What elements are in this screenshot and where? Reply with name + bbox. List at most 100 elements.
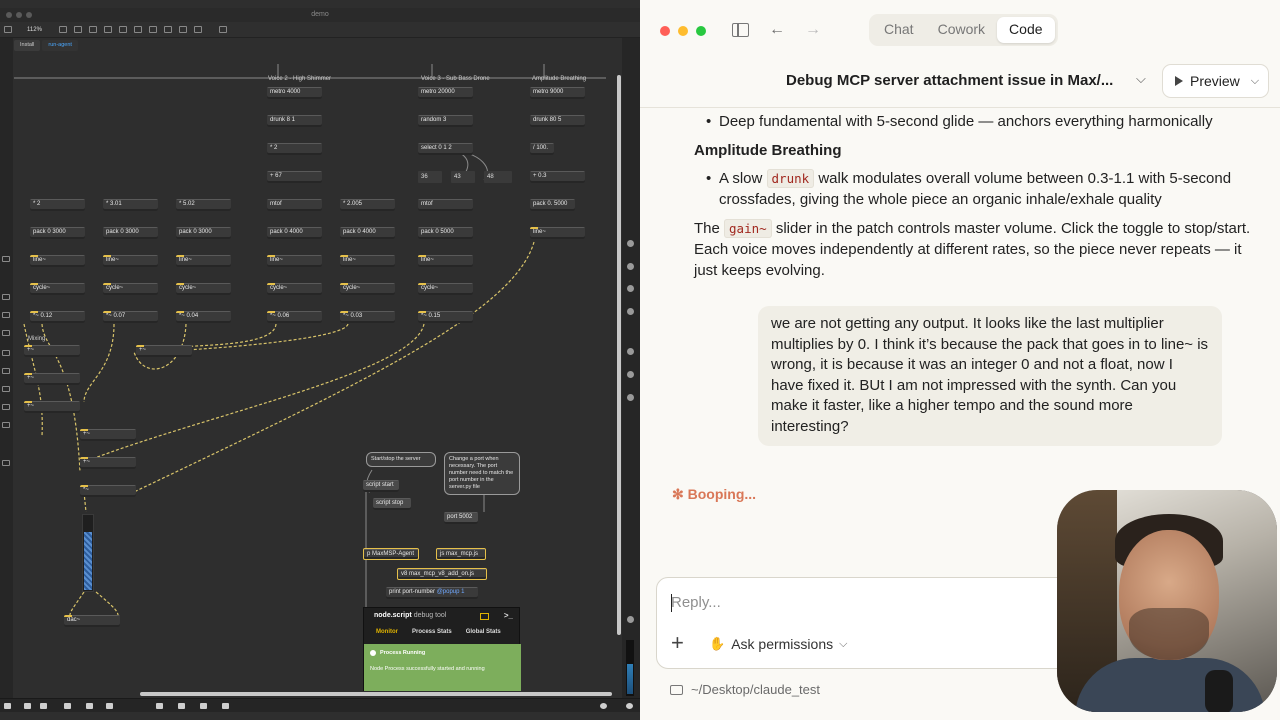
multiply-object[interactable]: * 2 [30, 199, 85, 211]
mix-add-object[interactable]: +~ [136, 345, 192, 357]
patcher-canvas[interactable]: Voice 2 - High Shimmer Voice 3 - Sub Bas… [14, 52, 620, 692]
reply-placeholder[interactable]: Reply... [671, 594, 721, 611]
star-icon[interactable] [2, 460, 10, 466]
mix-gain-object[interactable]: *~ [80, 485, 136, 497]
search-icon[interactable] [627, 240, 634, 247]
tab-process-stats[interactable]: Process Stats [412, 629, 452, 635]
line-object[interactable]: line~ [103, 255, 158, 267]
mix-add-object[interactable]: +~ [24, 373, 80, 385]
package-icon[interactable] [2, 422, 10, 428]
tab-monitor[interactable]: Monitor [376, 629, 398, 635]
cycle-object[interactable]: cycle~ [418, 283, 473, 295]
mix-add-object[interactable]: +~ [24, 345, 80, 357]
pack-object[interactable]: pack 0 3000 [103, 227, 158, 239]
divide-object[interactable]: / 100. [530, 143, 554, 155]
debug-icon[interactable] [106, 703, 113, 709]
mix-add-object[interactable]: +~ [80, 429, 136, 441]
cycle-object[interactable]: cycle~ [176, 283, 231, 295]
lock-patch-icon[interactable] [24, 703, 31, 709]
pin-icon[interactable] [193, 26, 202, 33]
list-icon[interactable] [2, 256, 10, 262]
ask-permissions-dropdown[interactable]: ✋ Ask permissions ⌵ [709, 636, 847, 652]
pack-object[interactable]: pack 0 3000 [30, 227, 85, 239]
camera-icon[interactable] [627, 371, 634, 378]
vertical-scrollbar[interactable] [617, 75, 621, 635]
add-object[interactable]: + 0.3 [530, 171, 585, 183]
dsp-icon[interactable] [627, 616, 634, 623]
zoom-dot[interactable] [26, 12, 32, 18]
tab-global-stats[interactable]: Global Stats [466, 629, 501, 635]
snippet-icon[interactable] [2, 404, 10, 410]
sidebar-toggle-icon[interactable] [732, 23, 749, 37]
gain-slider[interactable] [82, 514, 94, 592]
attach-icon[interactable] [2, 368, 10, 374]
metro-object[interactable]: metro 20000 [418, 87, 473, 99]
pack-object[interactable]: pack 0. 5000 [530, 199, 575, 211]
gain-multiply-object[interactable]: *~ 0.04 [176, 311, 231, 323]
plus-icon[interactable]: + [671, 632, 684, 654]
lock-icon[interactable] [218, 26, 227, 33]
working-directory[interactable]: ~/Desktop/claude_test [670, 682, 820, 697]
drunk-object[interactable]: drunk 80 5 [530, 115, 585, 127]
new-object-icon[interactable] [88, 26, 97, 33]
message-box-43[interactable]: 43 [451, 171, 475, 183]
play-icon[interactable] [600, 703, 607, 709]
cycle-object[interactable]: cycle~ [103, 283, 158, 295]
browse-icon[interactable] [2, 294, 10, 300]
maxmsp-agent-subpatch[interactable]: p MaxMSP-Agent [363, 548, 419, 560]
metro-object[interactable]: metro 9000 [530, 87, 585, 99]
tab-run-agent[interactable]: run-agent [42, 40, 78, 51]
mixer-icon[interactable] [627, 394, 634, 401]
presentation-icon[interactable] [58, 26, 67, 33]
mix-add-object[interactable]: +~ [24, 401, 80, 413]
cycle-object[interactable]: cycle~ [340, 283, 395, 295]
cycle-object[interactable]: cycle~ [30, 283, 85, 295]
multiply-object[interactable]: * 5.02 [176, 199, 231, 211]
copy-icon[interactable] [86, 703, 93, 709]
tab-code[interactable]: Code [997, 17, 1055, 43]
tab-install[interactable]: Install [14, 40, 41, 51]
chat-icon[interactable] [627, 348, 634, 355]
gain-multiply-object[interactable]: *~ 0.15 [418, 311, 473, 323]
gain-multiply-object[interactable]: *~ 0.07 [103, 311, 158, 323]
message-icon[interactable] [103, 26, 112, 33]
pack-object[interactable]: pack 0 5000 [418, 227, 473, 239]
maximize-button[interactable] [696, 26, 706, 36]
message-box-48[interactable]: 48 [484, 171, 512, 183]
port-message[interactable]: port 5002 [444, 512, 478, 524]
script-stop-message[interactable]: script stop [373, 498, 411, 510]
grid-toggle-icon[interactable] [40, 703, 47, 709]
forward-arrow-icon[interactable]: → [805, 21, 821, 39]
power-icon[interactable] [626, 703, 633, 709]
image-icon[interactable] [2, 350, 10, 356]
line-object[interactable]: line~ [176, 255, 231, 267]
horizontal-scrollbar[interactable] [140, 692, 612, 696]
random-object[interactable]: random 3 [418, 115, 473, 127]
tab-cowork[interactable]: Cowork [926, 17, 997, 43]
drunk-object[interactable]: drunk 8 1 [267, 115, 322, 127]
grid-icon[interactable] [73, 26, 82, 33]
wand-icon[interactable] [156, 703, 163, 709]
minimize-button[interactable] [678, 26, 688, 36]
preview-button[interactable]: Preview ⌵ [1162, 64, 1269, 98]
v8-addon-object[interactable]: v8 max_mcp_v8_add_on.js [397, 568, 487, 580]
wrench-icon[interactable] [178, 703, 185, 709]
terminal-icon[interactable]: >_ [504, 611, 513, 620]
script-start-message[interactable]: script start [363, 480, 399, 492]
reference-icon[interactable] [627, 285, 634, 292]
line-object[interactable]: line~ [530, 227, 585, 239]
line-object[interactable]: line~ [267, 255, 322, 267]
multiply-object[interactable]: * 2.005 [340, 199, 395, 211]
grid-layout-icon[interactable] [222, 703, 229, 709]
number-icon[interactable] [148, 26, 157, 33]
line-object[interactable]: line~ [30, 255, 85, 267]
line-object[interactable]: line~ [418, 255, 473, 267]
pack-object[interactable]: pack 0 4000 [267, 227, 322, 239]
add-object[interactable]: + 67 [267, 171, 322, 183]
close-dot[interactable] [6, 12, 12, 18]
zoom-level[interactable]: 112% [27, 27, 42, 33]
metro-object[interactable]: metro 4000 [267, 87, 322, 99]
conversation-title[interactable]: Debug MCP server attachment issue in Max… [786, 72, 1116, 89]
inspect-icon[interactable] [2, 330, 10, 336]
gain-multiply-object[interactable]: *~ 0.06 [267, 311, 322, 323]
